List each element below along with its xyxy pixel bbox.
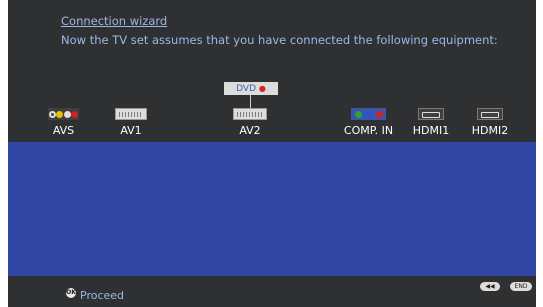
red-jack-icon [375, 110, 383, 118]
ok-button-icon: OK [66, 288, 76, 298]
white-jack-icon [63, 110, 71, 118]
port-label-av1: AV1 [120, 124, 142, 137]
green-jack-icon [354, 110, 362, 118]
tv-screen: Connection wizard Now the TV set assumes… [8, 0, 536, 307]
red-dot-icon: ● [258, 84, 266, 93]
port-label-av2: AV2 [239, 124, 261, 137]
yellow-jack-icon [56, 110, 64, 118]
red-jack-icon [71, 110, 79, 118]
port-label-comp-in: COMP. IN [343, 124, 394, 137]
device-label-dvd: DVD ● [224, 82, 278, 95]
content-panel [8, 142, 536, 276]
hdmi-connector-icon [477, 108, 503, 120]
page-subtitle: Now the TV set assumes that you have con… [61, 33, 498, 47]
port-label-hdmi2: HDMI2 [471, 124, 509, 137]
scart-connector-icon [233, 108, 267, 120]
rewind-icon[interactable]: ◀◀ [480, 282, 500, 291]
end-button[interactable]: END [510, 282, 532, 291]
hdmi-connector-icon [418, 108, 444, 120]
page-title: Connection wizard [61, 14, 168, 28]
port-label-hdmi1: HDMI1 [412, 124, 450, 137]
avs-connector-icon [48, 108, 79, 120]
connection-line [250, 95, 251, 108]
blue-jack-icon [365, 110, 372, 118]
component-connector-icon [351, 108, 386, 120]
scart-connector-icon [115, 108, 147, 120]
svideo-jack-icon [48, 110, 56, 118]
device-label: DVD [236, 84, 256, 94]
proceed-button[interactable]: Proceed [80, 289, 124, 302]
port-label-avs: AVS [52, 124, 75, 137]
